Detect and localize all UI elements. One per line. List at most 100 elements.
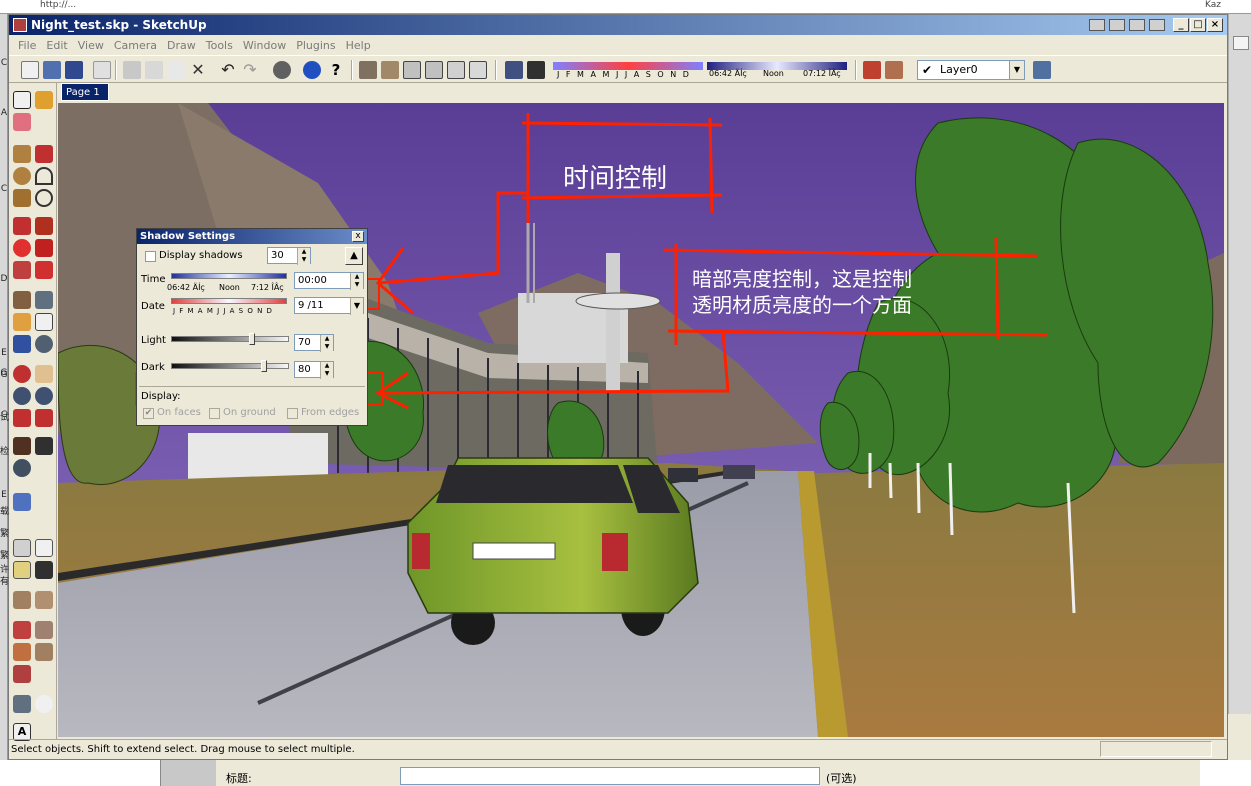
close-icon[interactable]: x bbox=[352, 231, 364, 242]
collapse-button[interactable]: ▲ bbox=[345, 247, 363, 265]
front-view-icon[interactable] bbox=[403, 61, 421, 79]
model-info-icon[interactable] bbox=[303, 61, 321, 79]
display-shadows-checkbox[interactable] bbox=[145, 251, 156, 262]
shadow-settings-icon[interactable] bbox=[505, 61, 523, 79]
menu-view[interactable]: View bbox=[73, 39, 109, 52]
zoom-window-icon[interactable] bbox=[35, 387, 53, 405]
wireframe-icon[interactable] bbox=[35, 539, 53, 557]
new-file-icon[interactable] bbox=[21, 61, 39, 79]
dark-stepper[interactable]: ▲ ▼ bbox=[320, 362, 333, 379]
push-pull-icon[interactable] bbox=[35, 217, 53, 235]
time-stepper[interactable]: ▲ ▼ bbox=[350, 273, 363, 290]
eraser-icon[interactable] bbox=[13, 113, 31, 131]
menu-edit[interactable]: Edit bbox=[41, 39, 72, 52]
section-plane-icon[interactable] bbox=[13, 493, 31, 511]
dimension-icon[interactable] bbox=[35, 291, 53, 309]
time-slider[interactable] bbox=[171, 273, 287, 279]
rectangle-icon[interactable] bbox=[13, 145, 31, 163]
zoom-icon[interactable] bbox=[13, 387, 31, 405]
on-ground-checkbox[interactable] bbox=[209, 408, 220, 419]
chevron-down-icon[interactable]: ▼ bbox=[1009, 61, 1024, 79]
tape-measure-icon[interactable] bbox=[13, 291, 31, 309]
walk-icon[interactable] bbox=[35, 437, 53, 455]
sandbox-icon[interactable] bbox=[13, 591, 31, 609]
light-stepper[interactable]: ▲ ▼ bbox=[320, 335, 333, 352]
polygon-icon[interactable] bbox=[13, 189, 31, 207]
right-view-icon[interactable] bbox=[425, 61, 443, 79]
dark-slider-thumb[interactable] bbox=[260, 360, 267, 372]
menu-help[interactable]: Help bbox=[341, 39, 376, 52]
dark-slider[interactable] bbox=[171, 363, 289, 369]
look-around-icon[interactable] bbox=[13, 459, 31, 477]
rotate-icon[interactable] bbox=[13, 239, 31, 257]
shadow-settings-title[interactable]: Shadow Settings bbox=[137, 229, 367, 244]
utc-stepper[interactable]: ▲ ▼ bbox=[297, 248, 310, 265]
plugin-tool-icon[interactable] bbox=[13, 695, 31, 713]
follow-me-icon[interactable] bbox=[35, 239, 53, 257]
date-field[interactable]: 9 /11 ▼ bbox=[294, 297, 364, 315]
3d-text-icon[interactable] bbox=[35, 335, 53, 353]
flip-edge-icon[interactable] bbox=[13, 665, 31, 683]
move-icon[interactable] bbox=[13, 217, 31, 235]
menu-file[interactable]: File bbox=[13, 39, 41, 52]
axes-icon[interactable] bbox=[13, 335, 31, 353]
date-slider[interactable] bbox=[171, 298, 287, 304]
window-titlebar[interactable]: Night_test.skp - SketchUp bbox=[9, 15, 1227, 35]
form-title-input[interactable] bbox=[400, 767, 820, 785]
text-icon[interactable] bbox=[35, 313, 53, 331]
close-button[interactable]: × bbox=[1207, 18, 1223, 32]
zoom-extents-icon[interactable] bbox=[13, 409, 31, 427]
cut-icon[interactable] bbox=[123, 61, 141, 79]
monochrome-icon[interactable] bbox=[35, 561, 53, 579]
time-field[interactable]: 00:00 ▲ ▼ bbox=[294, 272, 364, 290]
light-field[interactable]: 70 ▲ ▼ bbox=[294, 334, 334, 352]
minimize-button[interactable]: _ bbox=[1173, 18, 1189, 32]
fog-icon[interactable] bbox=[863, 61, 881, 79]
page-tab[interactable]: Page 1 bbox=[61, 83, 109, 101]
orbit-icon[interactable] bbox=[13, 365, 31, 383]
select-arrow-icon[interactable] bbox=[13, 91, 31, 109]
position-camera-icon[interactable] bbox=[13, 437, 31, 455]
stamp-icon[interactable] bbox=[35, 621, 53, 639]
circle-icon[interactable] bbox=[13, 167, 31, 185]
utc-offset-field[interactable]: 30 ▲ ▼ bbox=[267, 247, 311, 265]
dark-field[interactable]: 80 ▲ ▼ bbox=[294, 361, 334, 379]
previous-view-icon[interactable] bbox=[35, 409, 53, 427]
toolbar-date-slider[interactable] bbox=[553, 62, 703, 70]
pan-icon[interactable] bbox=[35, 365, 53, 383]
iso-view-icon[interactable] bbox=[359, 61, 377, 79]
light-slider-thumb[interactable] bbox=[249, 333, 256, 345]
open-folder-icon[interactable] bbox=[43, 61, 61, 79]
smoove-icon[interactable] bbox=[13, 621, 31, 639]
layer-properties-icon[interactable] bbox=[1033, 61, 1051, 79]
save-icon[interactable] bbox=[65, 61, 83, 79]
menu-camera[interactable]: Camera bbox=[109, 39, 162, 52]
display-shadows-icon[interactable] bbox=[527, 61, 545, 79]
back-view-icon[interactable] bbox=[447, 61, 465, 79]
print-icon[interactable] bbox=[273, 61, 291, 79]
erase-icon[interactable]: ✕ bbox=[189, 61, 207, 79]
paste-icon[interactable] bbox=[167, 61, 185, 79]
from-edges-checkbox[interactable] bbox=[287, 408, 298, 419]
protractor-icon[interactable] bbox=[13, 313, 31, 331]
paint-bucket-icon[interactable] bbox=[35, 91, 53, 109]
add-detail-icon[interactable] bbox=[35, 643, 53, 661]
undo-icon[interactable]: ↶ bbox=[219, 61, 237, 79]
drape-icon[interactable] bbox=[13, 643, 31, 661]
help-icon[interactable]: ? bbox=[327, 61, 345, 79]
redo-icon[interactable]: ↷ bbox=[241, 61, 259, 79]
menu-window[interactable]: Window bbox=[238, 39, 291, 52]
right-strip-button[interactable] bbox=[1233, 36, 1249, 50]
arc-icon[interactable] bbox=[35, 167, 53, 185]
pencil-icon[interactable] bbox=[35, 145, 53, 163]
shaded-icon[interactable] bbox=[13, 561, 31, 579]
egg-icon[interactable] bbox=[35, 695, 53, 713]
on-faces-checkbox[interactable]: ✔ bbox=[143, 408, 154, 419]
maximize-button[interactable]: □ bbox=[1190, 18, 1206, 32]
measurements-box[interactable] bbox=[1100, 741, 1212, 757]
left-view-icon[interactable] bbox=[469, 61, 487, 79]
scale-icon[interactable] bbox=[13, 261, 31, 279]
make-component-icon[interactable] bbox=[93, 61, 111, 79]
offset-icon[interactable] bbox=[35, 261, 53, 279]
freehand-icon[interactable] bbox=[35, 189, 53, 207]
